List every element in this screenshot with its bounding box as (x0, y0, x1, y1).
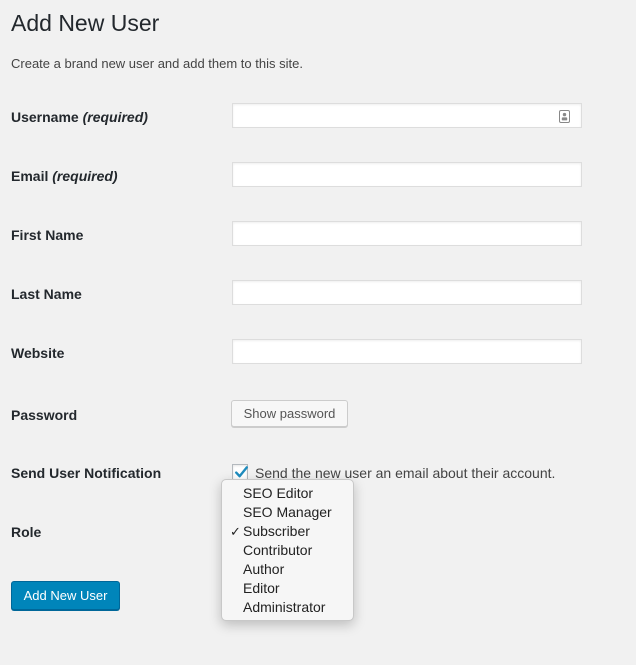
first-name-label: First Name (11, 227, 84, 243)
notification-label: Send User Notification (11, 465, 162, 481)
email-label-text: Email (11, 168, 49, 184)
email-input[interactable] (232, 162, 582, 187)
username-input[interactable] (232, 103, 582, 128)
email-label: Email (required) (11, 167, 118, 185)
username-label-text: Username (11, 109, 79, 125)
role-option-label: SEO Manager (243, 504, 332, 520)
role-label: Role (11, 524, 42, 540)
contact-card-icon[interactable] (559, 110, 570, 123)
role-option-author[interactable]: Author (222, 560, 353, 579)
role-option-contributor[interactable]: Contributor (222, 541, 353, 560)
role-option-label: Editor (243, 580, 280, 596)
username-required-note: (required) (82, 109, 148, 125)
role-dropdown-menu[interactable]: SEO Editor SEO Manager ✓ Subscriber Cont… (221, 479, 354, 621)
last-name-input[interactable] (232, 280, 582, 305)
notification-checkbox[interactable] (232, 464, 248, 480)
page-description: Create a brand new user and add them to … (11, 56, 303, 71)
role-option-subscriber[interactable]: ✓ Subscriber (222, 522, 353, 541)
check-icon: ✓ (230, 524, 241, 539)
last-name-label: Last Name (11, 286, 82, 302)
show-password-button[interactable]: Show password (231, 400, 348, 427)
role-option-label: Contributor (243, 542, 313, 558)
page-title: Add New User (11, 10, 160, 36)
website-label: Website (11, 345, 65, 361)
username-label: Username (required) (11, 108, 148, 126)
role-option-label: Author (243, 561, 285, 577)
role-option-administrator[interactable]: Administrator (222, 598, 353, 617)
role-option-editor[interactable]: Editor (222, 579, 353, 598)
first-name-input[interactable] (232, 221, 582, 246)
role-option-label: Subscriber (243, 523, 310, 539)
role-option-seo-manager[interactable]: SEO Manager (222, 503, 353, 522)
role-option-label: Administrator (243, 599, 326, 615)
add-new-user-button[interactable]: Add New User (11, 581, 120, 610)
website-input[interactable] (232, 339, 582, 364)
password-label: Password (11, 407, 78, 423)
role-option-seo-editor[interactable]: SEO Editor (222, 484, 353, 503)
role-option-label: SEO Editor (243, 485, 314, 501)
email-required-note: (required) (52, 168, 118, 184)
